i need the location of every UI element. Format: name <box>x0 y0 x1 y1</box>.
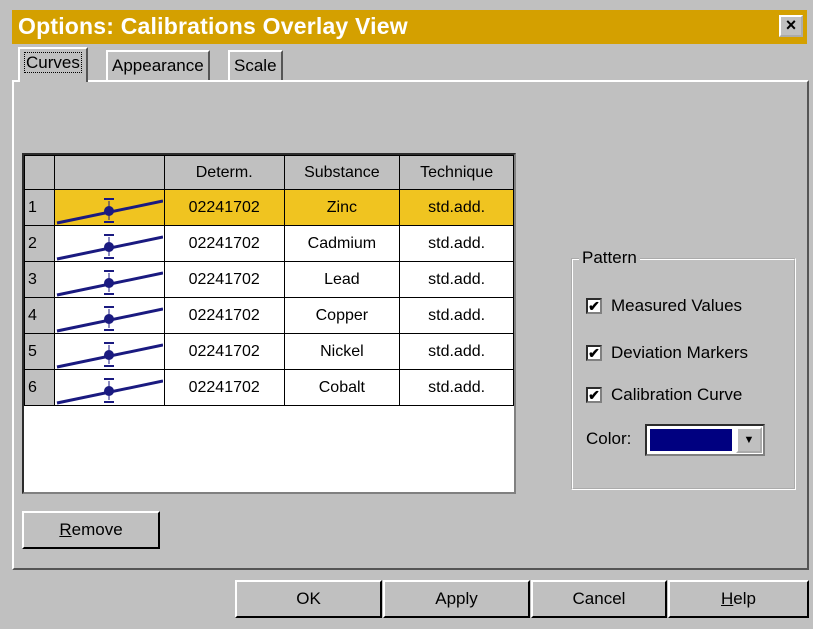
technique-cell[interactable]: std.add. <box>399 297 514 334</box>
curves-table[interactable]: Determ. Substance Technique 1 02241702 Z… <box>22 153 516 494</box>
table-header-row: Determ. Substance Technique <box>24 155 514 190</box>
apply-button[interactable]: Apply <box>383 580 530 618</box>
chevron-down-icon: ▼ <box>743 434 755 446</box>
substance-cell[interactable]: Zinc <box>283 189 401 226</box>
ok-button[interactable]: OK <box>235 580 382 618</box>
deviation-markers-checkbox[interactable]: ✔ Deviation Markers <box>586 343 748 363</box>
window-title: Options: Calibrations Overlay View <box>18 13 408 39</box>
determ-cell[interactable]: 02241702 <box>163 261 285 298</box>
column-header-determ[interactable]: Determ. <box>163 155 285 190</box>
color-swatch <box>650 429 732 451</box>
calibration-curve-icon <box>53 297 165 334</box>
determ-cell[interactable]: 02241702 <box>163 333 285 370</box>
tab-curves[interactable]: Curves <box>18 47 88 82</box>
title-bar: Options: Calibrations Overlay View × <box>12 10 807 44</box>
calibration-curve-icon <box>53 261 165 298</box>
table-row[interactable]: 5 02241702 Nickel std.add. <box>24 333 514 370</box>
tab-scale[interactable]: Scale <box>228 50 283 80</box>
measured-values-checkbox[interactable]: ✔ Measured Values <box>586 296 742 316</box>
column-header-substance[interactable]: Substance <box>283 155 401 190</box>
technique-cell[interactable]: std.add. <box>399 369 514 406</box>
corner-header[interactable] <box>24 155 55 190</box>
substance-cell[interactable]: Cadmium <box>283 225 401 262</box>
table-row[interactable]: 3 02241702 Lead std.add. <box>24 261 514 298</box>
substance-cell[interactable]: Copper <box>283 297 401 334</box>
help-button[interactable]: Help <box>668 580 809 618</box>
check-icon: ✔ <box>586 345 602 361</box>
dropdown-button[interactable]: ▼ <box>736 427 762 453</box>
cancel-button[interactable]: Cancel <box>531 580 667 618</box>
technique-cell[interactable]: std.add. <box>399 261 514 298</box>
check-icon: ✔ <box>586 387 602 403</box>
calibration-curve-icon <box>53 369 165 406</box>
check-icon: ✔ <box>586 298 602 314</box>
pattern-group-title: Pattern <box>579 248 640 268</box>
table-row[interactable]: 2 02241702 Cadmium std.add. <box>24 225 514 262</box>
determ-cell[interactable]: 02241702 <box>163 225 285 262</box>
row-number[interactable]: 6 <box>24 369 55 406</box>
technique-cell[interactable]: std.add. <box>399 189 514 226</box>
row-number[interactable]: 4 <box>24 297 55 334</box>
technique-cell[interactable]: std.add. <box>399 225 514 262</box>
substance-cell[interactable]: Cobalt <box>283 369 401 406</box>
remove-button[interactable]: Remove <box>22 511 160 549</box>
row-number[interactable]: 1 <box>24 189 55 226</box>
calibration-curve-checkbox[interactable]: ✔ Calibration Curve <box>586 385 742 405</box>
column-header-technique[interactable]: Technique <box>399 155 514 190</box>
determ-cell[interactable]: 02241702 <box>163 189 285 226</box>
substance-cell[interactable]: Lead <box>283 261 401 298</box>
row-number[interactable]: 5 <box>24 333 55 370</box>
color-dropdown[interactable]: ▼ <box>645 424 765 456</box>
calibration-curve-icon <box>53 333 165 370</box>
table-row[interactable]: 1 02241702 Zinc std.add. <box>24 189 514 226</box>
tab-appearance[interactable]: Appearance <box>106 50 210 80</box>
determ-cell[interactable]: 02241702 <box>163 369 285 406</box>
row-number[interactable]: 2 <box>24 225 55 262</box>
substance-cell[interactable]: Nickel <box>283 333 401 370</box>
determ-cell[interactable]: 02241702 <box>163 297 285 334</box>
close-button[interactable]: × <box>779 15 803 37</box>
table-row[interactable]: 6 02241702 Cobalt std.add. <box>24 369 514 406</box>
row-number[interactable]: 3 <box>24 261 55 298</box>
close-icon: × <box>785 15 797 35</box>
table-row[interactable]: 4 02241702 Copper std.add. <box>24 297 514 334</box>
curve-icon-header[interactable] <box>53 155 165 190</box>
calibration-curve-icon <box>53 225 165 262</box>
color-label: Color: <box>586 429 632 448</box>
calibration-curve-icon <box>53 189 165 226</box>
technique-cell[interactable]: std.add. <box>399 333 514 370</box>
